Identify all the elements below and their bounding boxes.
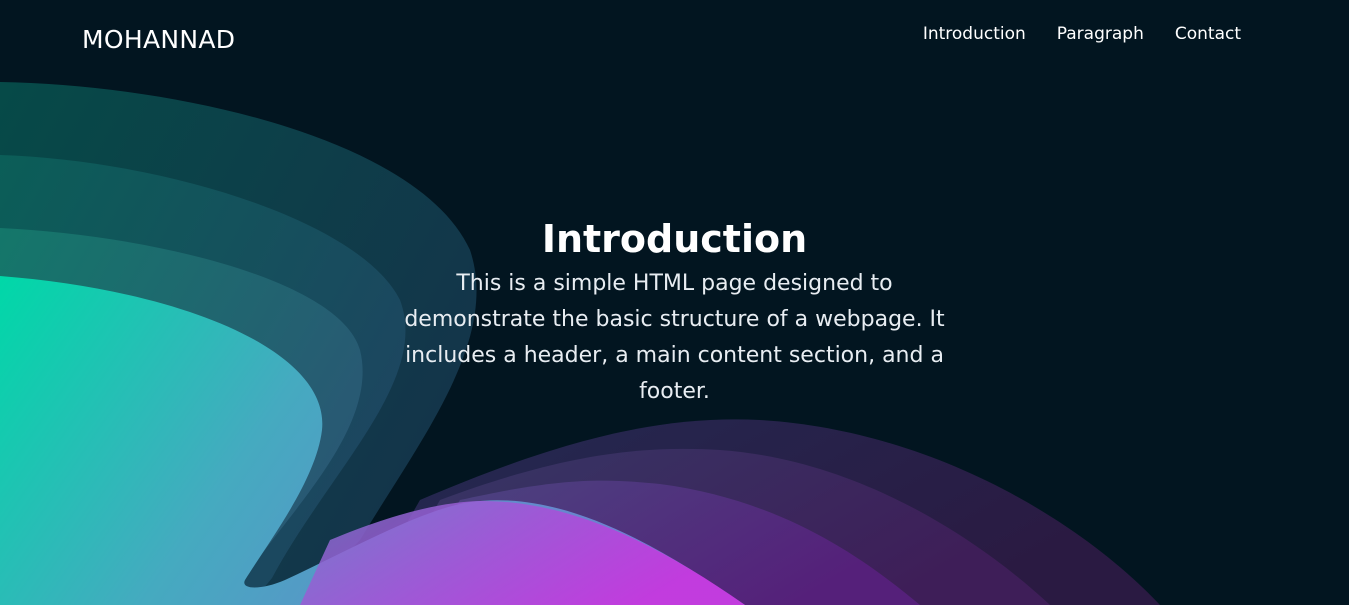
hero-section: Introduction This is a simple HTML page … <box>0 214 1349 410</box>
hero-paragraph: This is a simple HTML page designed to d… <box>404 271 945 404</box>
nav-link-paragraph[interactable]: Paragraph <box>1057 22 1144 46</box>
nav-link-introduction[interactable]: Introduction <box>923 22 1026 46</box>
site-logo[interactable]: MOHANNAD <box>82 24 235 56</box>
nav-link-contact[interactable]: Contact <box>1175 22 1241 46</box>
site-header: MOHANNAD Introduction Paragraph Contact <box>0 0 1349 80</box>
hero-title: Introduction <box>541 217 808 261</box>
main-nav: Introduction Paragraph Contact <box>923 22 1241 46</box>
